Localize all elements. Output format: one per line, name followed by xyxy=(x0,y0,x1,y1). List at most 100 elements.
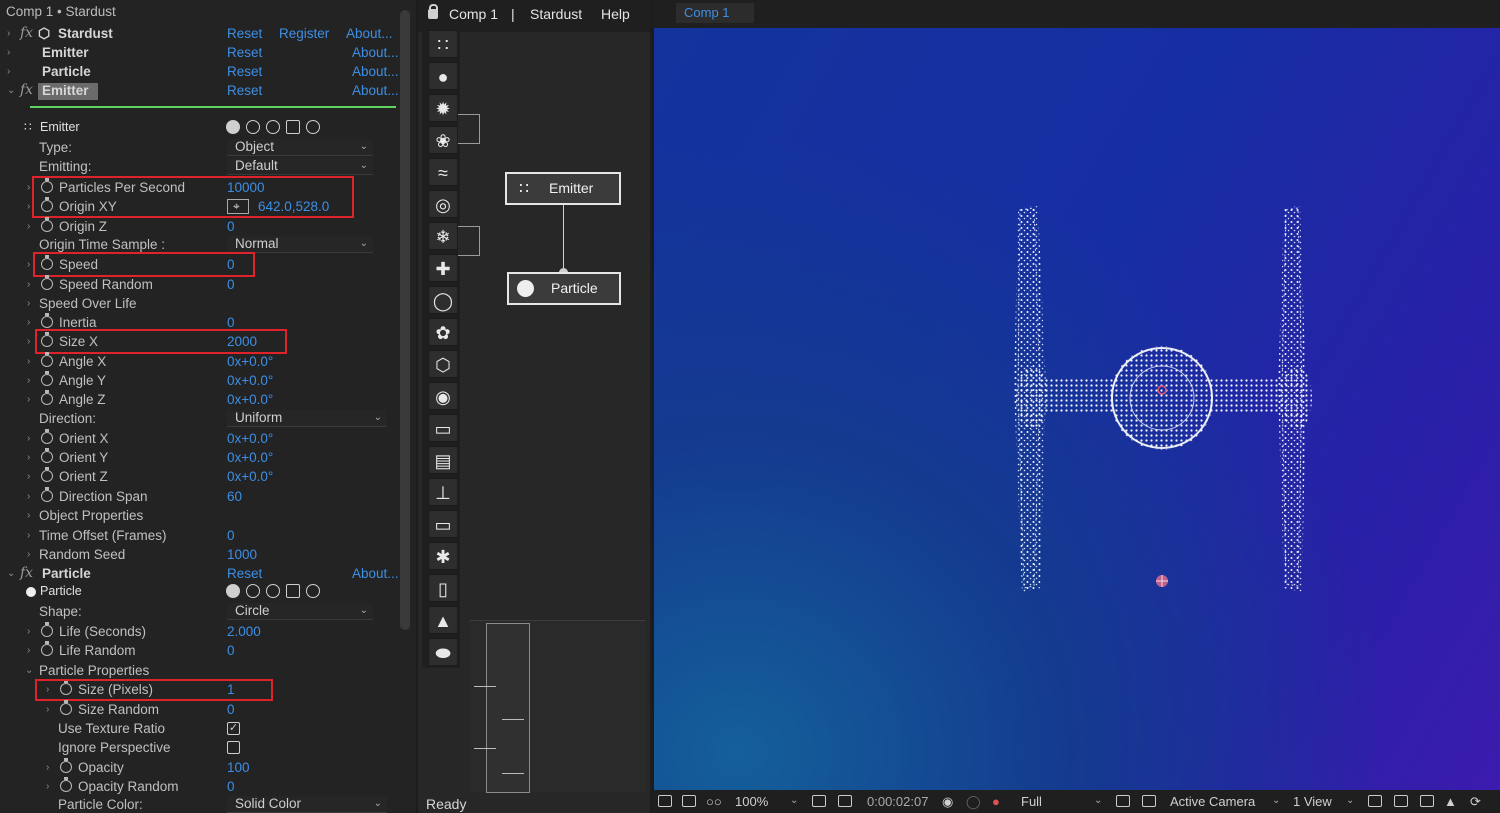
orient-x-value[interactable]: 0x+0.0° xyxy=(227,429,273,448)
orient-z-row[interactable]: › Orient Z 0x+0.0° xyxy=(0,467,400,486)
camera-icon[interactable]: ◉ xyxy=(942,794,953,810)
about-link[interactable]: About... xyxy=(352,43,399,62)
tab-stardust[interactable]: Stardust xyxy=(530,6,582,22)
angle-x-value[interactable]: 0x+0.0° xyxy=(227,352,273,371)
twirl-open-icon[interactable]: ⌄ xyxy=(7,81,15,100)
cone-icon[interactable]: ▲ xyxy=(428,606,458,634)
group-icon[interactable]: ✿ xyxy=(428,318,458,346)
twirl-icon[interactable]: › xyxy=(27,641,30,660)
random-seed-value[interactable]: 1000 xyxy=(227,545,257,564)
circle-filled-icon[interactable] xyxy=(226,584,240,598)
channels-icon[interactable]: ● xyxy=(992,794,1000,809)
twirl-icon[interactable]: › xyxy=(27,197,30,216)
shape-dropdown[interactable]: Circle ⌄ xyxy=(227,603,373,620)
emitter-node-icon[interactable]: ∷ xyxy=(428,30,458,58)
twirl-icon[interactable]: › xyxy=(27,429,30,448)
opacity-row[interactable]: › Opacity 100 xyxy=(0,758,400,777)
always-preview-icon[interactable] xyxy=(658,795,672,807)
camera-dropdown[interactable]: Active Camera xyxy=(1170,794,1255,809)
asterisk-icon[interactable]: ✱ xyxy=(428,542,458,570)
about-link[interactable]: About... xyxy=(352,62,399,81)
box-icon[interactable] xyxy=(286,584,300,598)
transparency-grid-icon[interactable] xyxy=(1142,795,1156,807)
twirl-icon[interactable]: › xyxy=(46,777,49,796)
region-icon[interactable] xyxy=(838,795,852,807)
effect-row-stardust[interactable]: › fx ⬡ Stardust Reset Register About... xyxy=(0,24,400,43)
twirl-icon[interactable]: › xyxy=(27,506,30,525)
opacity-value[interactable]: 100 xyxy=(227,758,250,777)
stopwatch-icon[interactable] xyxy=(41,448,53,463)
chevron-down-icon[interactable]: ⌄ xyxy=(1272,795,1280,806)
particle-node[interactable]: Particle xyxy=(507,272,621,305)
capsule-icon[interactable]: ⬬ xyxy=(428,638,458,666)
angle-y-value[interactable]: 0x+0.0° xyxy=(227,371,273,390)
stopwatch-icon[interactable] xyxy=(41,622,53,637)
target-icon[interactable] xyxy=(306,584,320,598)
size-random-value[interactable]: 0 xyxy=(227,700,235,719)
angle-z-row[interactable]: › Angle Z 0x+0.0° xyxy=(0,390,400,409)
sphere-icon[interactable]: ◉ xyxy=(428,382,458,410)
monitor-icon[interactable] xyxy=(682,795,696,807)
stopwatch-icon[interactable] xyxy=(60,700,72,715)
stopwatch-icon[interactable] xyxy=(41,487,53,502)
fx-icon[interactable]: fx xyxy=(20,81,33,100)
direction-span-row[interactable]: › Direction Span 60 xyxy=(0,487,400,506)
twirl-icon[interactable]: › xyxy=(27,217,30,236)
resolution-value[interactable]: Full xyxy=(1021,794,1042,809)
stopwatch-icon[interactable] xyxy=(41,313,53,328)
twirl-icon[interactable]: › xyxy=(27,371,30,390)
target-icon[interactable] xyxy=(306,120,320,134)
speed-over-life-row[interactable]: › Speed Over Life xyxy=(0,294,400,313)
speed-random-row[interactable]: › Speed Random 0 xyxy=(0,275,400,294)
chevron-down-icon[interactable]: ⌄ xyxy=(1346,795,1354,806)
twirl-icon[interactable]: › xyxy=(46,758,49,777)
twirl-icon[interactable]: › xyxy=(27,467,30,486)
opacity-random-row[interactable]: › Opacity Random 0 xyxy=(0,777,400,796)
twirl-open-icon[interactable]: ⌄ xyxy=(25,661,33,680)
time-offset-row[interactable]: › Time Offset (Frames) 0 xyxy=(0,526,400,545)
turbulence-icon[interactable]: ≈ xyxy=(428,158,458,186)
twirl-icon[interactable]: › xyxy=(27,390,30,409)
panel-scrollbar[interactable] xyxy=(400,10,410,630)
slash-icon[interactable]: ▭ xyxy=(428,414,458,442)
dashed-circle-icon[interactable]: ◯ xyxy=(428,286,458,314)
about-link[interactable]: About... xyxy=(352,81,399,100)
twirl-icon[interactable]: › xyxy=(7,62,10,81)
viewer-canvas[interactable] xyxy=(654,28,1500,790)
circle-icon[interactable] xyxy=(246,120,260,134)
about-link[interactable]: About... xyxy=(346,24,393,43)
toggle-pixel-icon[interactable] xyxy=(1368,795,1382,807)
stopwatch-icon[interactable] xyxy=(41,641,53,656)
mask-icon[interactable]: ○○ xyxy=(706,794,722,809)
life-row[interactable]: › Life (Seconds) 2.000 xyxy=(0,622,400,641)
about-link[interactable]: About... xyxy=(352,564,399,583)
sphere-icon[interactable] xyxy=(266,120,280,134)
plus-icon[interactable]: ✚ xyxy=(428,254,458,282)
stopwatch-icon[interactable] xyxy=(41,275,53,290)
reset-link[interactable]: Reset xyxy=(227,43,262,62)
tab-comp-1[interactable]: Comp 1 xyxy=(676,3,754,23)
cube-icon[interactable]: ⬡ xyxy=(428,350,458,378)
stopwatch-icon[interactable] xyxy=(41,467,53,482)
object-properties-row[interactable]: › Object Properties xyxy=(0,506,400,525)
safe-zones-icon[interactable] xyxy=(812,795,826,807)
twirl-icon[interactable]: › xyxy=(27,487,30,506)
stopwatch-icon[interactable] xyxy=(41,390,53,405)
orient-z-value[interactable]: 0x+0.0° xyxy=(227,467,273,486)
life-random-value[interactable]: 0 xyxy=(227,641,235,660)
twirl-icon[interactable]: › xyxy=(27,313,30,332)
effect-row-particle[interactable]: › Particle Reset About... xyxy=(0,62,400,81)
twirl-icon[interactable]: › xyxy=(27,332,30,351)
twirl-icon[interactable]: › xyxy=(27,526,30,545)
chevron-down-icon[interactable]: ⌄ xyxy=(1094,795,1102,806)
timecode[interactable]: 0:00:02:07 xyxy=(867,794,928,809)
twirl-icon[interactable]: › xyxy=(27,294,30,313)
twirl-icon[interactable]: › xyxy=(7,24,10,43)
twirl-icon[interactable]: › xyxy=(27,545,30,564)
stopwatch-icon[interactable] xyxy=(41,429,53,444)
direction-span-value[interactable]: 60 xyxy=(227,487,242,506)
sphere-icon[interactable] xyxy=(266,584,280,598)
rectangle-icon[interactable]: ▭ xyxy=(428,510,458,538)
comb-icon[interactable]: ⊥ xyxy=(428,478,458,506)
lock-icon[interactable] xyxy=(428,4,438,19)
